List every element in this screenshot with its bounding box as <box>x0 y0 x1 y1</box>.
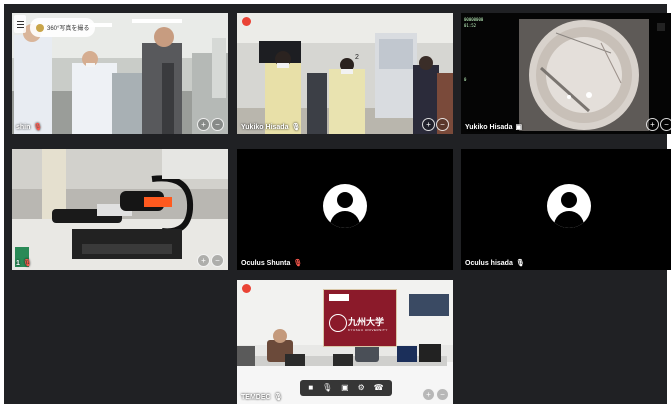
camera-360-icon <box>36 23 44 32</box>
participant-label: Oculus Shunta 🎙︎ <box>241 259 303 268</box>
participant-label: Yukiko Hisada ▣ <box>465 123 523 132</box>
participant-label: TEMDEC 🎙︎ <box>241 393 283 402</box>
mic-on-icon: 🎙︎ <box>515 260 525 267</box>
banner-title: 九州大学 <box>348 318 385 328</box>
svg-text:2: 2 <box>355 54 359 61</box>
zoom-out-icon[interactable]: − <box>436 118 449 131</box>
overlay-line: 00000000 <box>464 17 484 22</box>
video-feed: 2 <box>237 13 453 134</box>
video-tile-yukiko-hisada-room[interactable]: 2 Yukiko Hisada 🎙︎ + − <box>237 13 453 134</box>
video-tile-1[interactable]: 1 🎙︎ + − <box>12 149 228 270</box>
zoom-in-icon[interactable]: + <box>422 118 435 131</box>
video-tile-shin[interactable]: 360°写真を撮る shin 🎙︎ + − <box>12 13 228 134</box>
participant-label: Yukiko Hisada 🎙︎ <box>241 123 301 132</box>
zoom-out-icon[interactable]: − <box>660 118 671 131</box>
mic-muted-icon: 🎙︎ <box>293 260 303 267</box>
zoom-out-icon[interactable]: − <box>211 254 224 267</box>
participant-name: Oculus Shunta <box>241 259 291 267</box>
overlay-line: 01:52 <box>464 23 477 28</box>
recording-indicator-icon <box>242 284 251 293</box>
call-toolbar: ■ 🎙︎ ▣ ⚙ ☎︎ <box>300 380 392 396</box>
endoscope-overlay: 00000000 01:52 0 <box>464 17 483 101</box>
participant-name: Yukiko Hisada <box>241 123 289 131</box>
participant-name: Yukiko Hisada <box>465 123 513 131</box>
default-avatar-icon <box>547 183 591 228</box>
video-feed <box>461 13 671 134</box>
participant-label: Oculus hisada 🎙︎ <box>465 259 525 268</box>
hang-up-icon[interactable]: ☎︎ <box>374 384 384 392</box>
university-logo-icon <box>329 314 347 332</box>
zoom-out-icon[interactable]: − <box>211 118 224 131</box>
mic-muted-icon: 🎙︎ <box>22 260 32 267</box>
participant-name: 1 <box>16 259 20 267</box>
overlay-line: 0 <box>464 77 467 82</box>
zoom-in-icon[interactable]: + <box>646 118 659 131</box>
university-banner: 九州大学 KYUSHU UNIVERSITY <box>323 289 397 347</box>
mic-muted-icon: 🎙︎ <box>33 124 43 131</box>
video-tile-yukiko-hisada-screen[interactable]: 00000000 01:52 0 Yukiko Hisada ▣ + − <box>461 13 671 134</box>
video-feed <box>12 149 228 270</box>
video-icon: ▣ <box>515 124 523 131</box>
participant-label: shin 🎙︎ <box>16 123 43 132</box>
participant-name: shin <box>16 123 31 131</box>
mic-on-icon: 🎙︎ <box>273 394 283 401</box>
take-360-photo-button[interactable]: 360°写真を撮る <box>30 18 96 37</box>
settings-icon[interactable]: ⚙ <box>358 384 365 392</box>
take-360-photo-label: 360°写真を撮る <box>47 26 90 32</box>
screen-share-icon[interactable]: ▣ <box>341 384 349 392</box>
default-avatar-icon <box>323 183 367 228</box>
banner-subtitle: KYUSHU UNIVERSITY <box>348 328 388 332</box>
video-grid: 360°写真を撮る shin 🎙︎ + − 2 Yukiko Hisada 🎙︎… <box>4 4 671 404</box>
zoom-out-icon[interactable]: − <box>436 388 449 401</box>
zoom-in-icon[interactable]: + <box>422 388 435 401</box>
camera-icon[interactable]: ■ <box>308 384 313 392</box>
video-tile-oculus-shunta[interactable]: Oculus Shunta 🎙︎ <box>237 149 453 270</box>
participant-label: 1 🎙︎ <box>16 259 32 268</box>
participant-name: Oculus hisada <box>465 259 513 267</box>
mic-icon[interactable]: 🎙︎ <box>322 384 332 392</box>
mic-on-icon: 🎙︎ <box>291 124 301 131</box>
zoom-in-icon[interactable]: + <box>197 254 210 267</box>
video-tile-oculus-hisada[interactable]: Oculus hisada 🎙︎ <box>461 149 671 270</box>
zoom-in-icon[interactable]: + <box>197 118 210 131</box>
recording-indicator-icon <box>242 17 251 26</box>
video-tile-temdec[interactable]: 九州大学 KYUSHU UNIVERSITY ■ 🎙︎ ▣ ⚙ ☎︎ TEMDE… <box>237 280 453 404</box>
menu-icon[interactable] <box>14 15 26 33</box>
participant-name: TEMDEC <box>241 393 271 401</box>
